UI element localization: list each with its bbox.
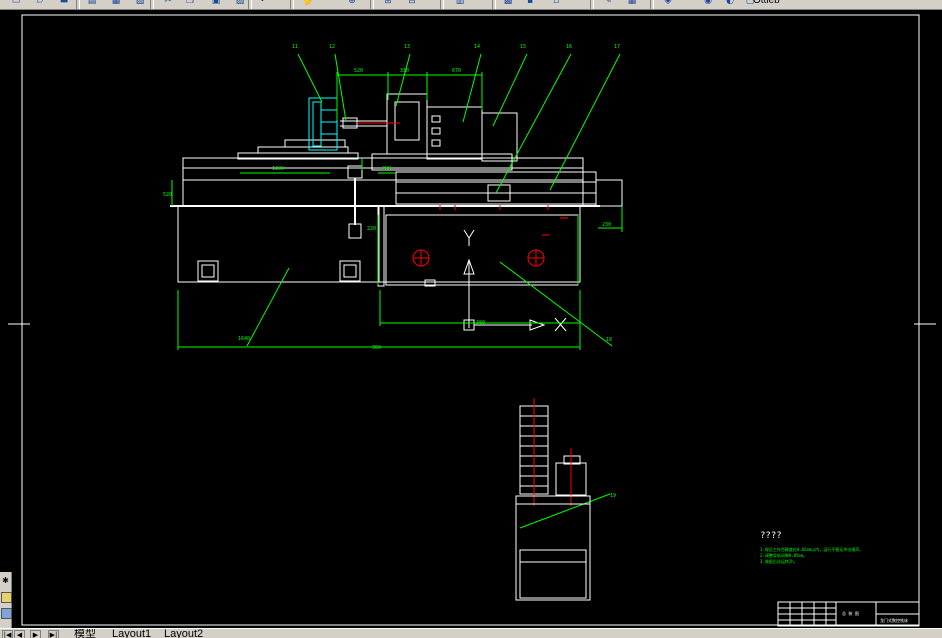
note-line: 2.调整导轨间隙0.05mm。	[760, 552, 807, 558]
machine-front-view	[170, 93, 623, 332]
svg-text:19: 19	[610, 493, 616, 499]
designcenter-icon[interactable]: ▩	[500, 0, 516, 8]
drawing-canvas[interactable]: 11 12 13 14 15 16 17 520 310 670 1200 28…	[0, 10, 942, 628]
machine-side-view	[515, 398, 591, 601]
svg-text:230: 230	[602, 222, 611, 228]
layer-state-icon[interactable]: ◉	[700, 0, 716, 8]
preview-icon[interactable]: ▦	[108, 0, 124, 8]
save-icon[interactable]: ▬	[56, 0, 72, 8]
standard-toolbar: ▭ ▱ ▬ ▤ ▦ ▧ ✂ ❐ ▣ ▨ ↶ ✋ ⊕ ⊞ ⊟ ▥ ▩ ▪ ▫ ✎ ▦ ◈ ◉ ◐ ▢ Ottieb	[0, 0, 942, 10]
layer-panel-icon[interactable]	[1, 592, 12, 603]
note-line: 1.保证工作台精度在0.02mm以内，运行平稳无冲击噪声。	[760, 546, 863, 552]
note-line: 3.装配后试运转2h。	[760, 558, 798, 564]
toolbar-separator	[76, 0, 80, 9]
publish-icon[interactable]: ▧	[132, 0, 148, 8]
toolbar-separator	[650, 0, 654, 9]
technical-notes: ???? 1.保证工作台精度在0.02mm以内，运行平稳无冲击噪声。 2.调整导…	[760, 531, 863, 564]
paste-icon[interactable]: ▣	[208, 0, 224, 8]
svg-text:960: 960	[372, 345, 381, 351]
left-tool-palette: ✱	[0, 572, 12, 628]
dimension-text: 11 12 13 14 15 16 17 520 310 670 1200 28…	[163, 44, 620, 499]
svg-text:380: 380	[476, 320, 485, 326]
snap-icon[interactable]: ✱	[1, 576, 10, 585]
layer-icon[interactable]: ◈	[660, 0, 676, 8]
print-icon[interactable]: ▤	[84, 0, 100, 8]
toolbar-separator	[150, 0, 154, 9]
new-icon[interactable]: ▭	[8, 0, 24, 8]
match-icon[interactable]: ▨	[232, 0, 248, 8]
svg-text:14: 14	[474, 44, 480, 50]
title-block-name: 龙门式数控铣床	[880, 617, 908, 623]
zoom-previous-icon[interactable]: ⊟	[404, 0, 420, 8]
pan-icon[interactable]: ✋	[300, 0, 316, 8]
layer-name-dropdown[interactable]: Ottieb	[753, 0, 780, 6]
svg-text:12: 12	[329, 44, 335, 50]
copy-icon[interactable]: ❐	[182, 0, 198, 8]
svg-text:15: 15	[520, 44, 526, 50]
toolbar-separator	[492, 0, 496, 9]
properties-icon[interactable]: ▥	[452, 0, 468, 8]
zoom-window-icon[interactable]: ⊞	[380, 0, 396, 8]
sheetset-icon[interactable]: ▫	[548, 0, 564, 8]
toolpalette-icon[interactable]: ▪	[522, 0, 538, 8]
svg-text:1200: 1200	[272, 166, 284, 172]
svg-text:220: 220	[367, 226, 376, 232]
notes-title: ????	[760, 531, 782, 541]
svg-text:11: 11	[292, 44, 298, 50]
svg-text:520: 520	[354, 68, 363, 74]
svg-text:670: 670	[452, 68, 461, 74]
zoom-realtime-icon[interactable]: ⊕	[344, 0, 360, 8]
svg-text:18: 18	[606, 337, 612, 343]
toolbar-separator	[590, 0, 594, 9]
svg-text:16: 16	[566, 44, 572, 50]
svg-text:1640: 1640	[238, 336, 250, 342]
toolbar-separator	[248, 0, 252, 9]
undo-icon[interactable]: ↶	[256, 0, 272, 8]
svg-text:310: 310	[400, 68, 409, 74]
dimension-lines	[171, 53, 623, 529]
toolbar-separator	[290, 0, 294, 9]
command-icon[interactable]	[1, 608, 12, 619]
toolbar-separator	[440, 0, 444, 9]
svg-text:280: 280	[382, 166, 391, 172]
svg-text:17: 17	[614, 44, 620, 50]
svg-text:13: 13	[404, 44, 410, 50]
title-block-sub: 总 装 图	[842, 610, 859, 616]
layer-bulb-icon[interactable]: ◐	[722, 0, 738, 8]
calculator-icon[interactable]: ▦	[624, 0, 640, 8]
markup-icon[interactable]: ✎	[600, 0, 616, 8]
svg-text:520: 520	[163, 192, 172, 198]
toolbar-separator	[370, 0, 374, 9]
cut-icon[interactable]: ✂	[160, 0, 176, 8]
open-icon[interactable]: ▱	[32, 0, 48, 8]
